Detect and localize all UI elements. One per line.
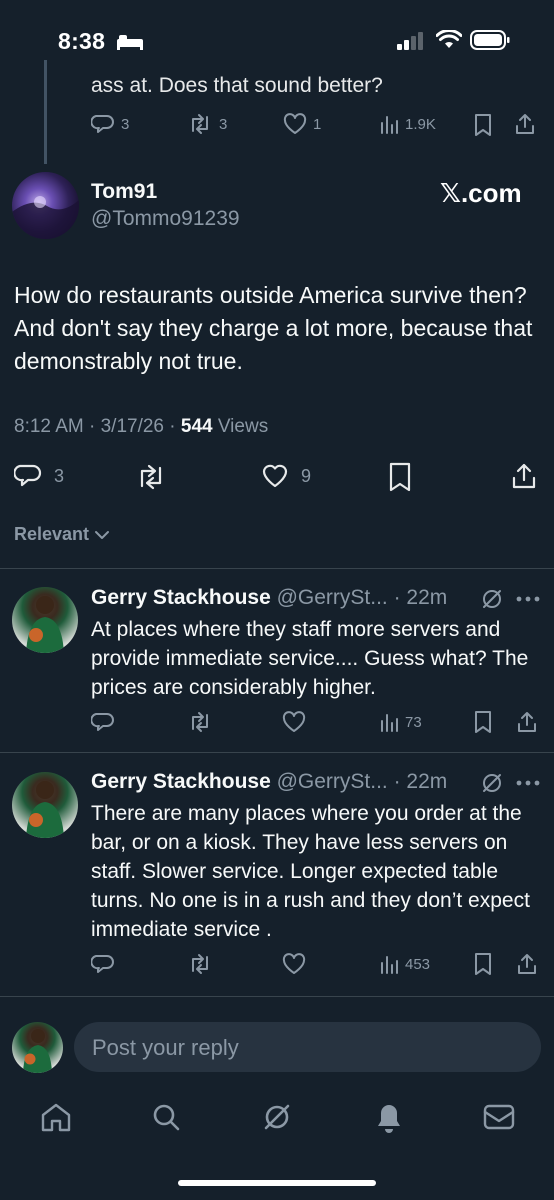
reply-actions: 73 xyxy=(91,710,545,738)
divider xyxy=(0,996,554,997)
author-name[interactable]: Tom91 xyxy=(91,180,157,204)
avatar-image xyxy=(12,196,79,239)
grok-icon[interactable] xyxy=(480,587,504,611)
reply-input[interactable]: Post your reply xyxy=(74,1022,541,1072)
more-options-icon[interactable] xyxy=(516,780,540,786)
like-count: 9 xyxy=(301,465,312,486)
more-options-icon[interactable] xyxy=(516,596,540,602)
views-icon xyxy=(381,956,398,974)
reply-icon[interactable] xyxy=(91,711,115,733)
notifications-icon[interactable] xyxy=(374,1102,404,1134)
like-button[interactable]: 9 xyxy=(261,462,311,490)
reply-button[interactable]: 3 xyxy=(91,113,129,135)
grok-icon[interactable] xyxy=(480,771,504,795)
reply-button[interactable]: 3 xyxy=(14,462,64,490)
share-icon[interactable] xyxy=(515,952,539,976)
avatar-image xyxy=(26,781,64,838)
reply-header: Gerry Stackhouse @GerrySt... · 22m xyxy=(91,770,447,794)
bookmark-icon[interactable] xyxy=(473,113,493,137)
avatar[interactable] xyxy=(12,587,78,653)
views-count: 453 xyxy=(405,955,431,973)
avatar[interactable] xyxy=(12,772,78,838)
bookmark-icon[interactable] xyxy=(473,710,493,734)
reply-handle-time[interactable]: @GerrySt... · 22m xyxy=(271,770,448,793)
sleep-focus-icon xyxy=(117,35,143,50)
like-count: 1 xyxy=(313,115,322,133)
views-icon xyxy=(381,714,398,732)
views-button[interactable]: 1.9K xyxy=(379,113,436,135)
sort-label: Relevant xyxy=(14,524,90,544)
previous-tweet-actions: 3 3 1 1.9K xyxy=(91,112,541,138)
heart-icon[interactable] xyxy=(282,953,306,975)
reply-actions: 453 xyxy=(91,952,545,980)
reply-icon xyxy=(14,464,42,487)
messages-icon[interactable] xyxy=(483,1104,515,1130)
repost-icon[interactable] xyxy=(187,711,213,733)
reply-author-name[interactable]: Gerry Stackhouse xyxy=(91,770,271,793)
repost-button[interactable]: 3 xyxy=(187,113,227,135)
composer-avatar xyxy=(12,1022,63,1073)
home-indicator xyxy=(178,1180,376,1186)
views-label: Views xyxy=(212,416,269,437)
reply-icon[interactable] xyxy=(91,953,115,975)
main-tweet-actions: 3 9 xyxy=(14,460,540,494)
avatar[interactable] xyxy=(12,172,79,239)
author-handle[interactable]: @Tommo91239 xyxy=(91,207,240,231)
like-button[interactable]: 1 xyxy=(283,113,321,135)
grok-icon[interactable] xyxy=(261,1101,293,1133)
avatar-image xyxy=(26,596,64,653)
bookmark-icon[interactable] xyxy=(388,462,412,492)
previous-tweet-text: ass at. Does that sound better? xyxy=(91,74,383,97)
x-com-logo: 𝕏.com xyxy=(440,178,522,208)
views-button[interactable]: 453 xyxy=(379,953,430,975)
divider xyxy=(0,752,554,753)
share-icon[interactable] xyxy=(515,710,539,734)
thread-line xyxy=(44,60,47,164)
repost-icon xyxy=(192,114,208,134)
reply-header: Gerry Stackhouse @GerrySt... · 22m xyxy=(91,586,447,610)
reply-input-placeholder: Post your reply xyxy=(92,1035,239,1060)
reply-handle-time[interactable]: @GerrySt... · 22m xyxy=(271,586,448,609)
reply-text: At places where they staff more servers … xyxy=(91,618,529,699)
home-icon[interactable] xyxy=(40,1102,72,1132)
reply-count: 3 xyxy=(54,465,65,486)
repost-icon[interactable] xyxy=(187,953,213,975)
share-icon[interactable] xyxy=(513,112,537,136)
reply-text: There are many places where you order at… xyxy=(91,802,530,941)
heart-icon[interactable] xyxy=(282,711,306,733)
reply-count: 3 xyxy=(121,115,130,133)
views-count: 544 xyxy=(180,416,213,437)
heart-icon xyxy=(283,113,307,134)
share-icon[interactable] xyxy=(510,462,538,490)
views-count: 73 xyxy=(405,713,422,731)
reply-author-name[interactable]: Gerry Stackhouse xyxy=(91,586,271,609)
bottom-nav xyxy=(0,1092,554,1144)
chevron-down-icon xyxy=(95,530,110,539)
reply-icon xyxy=(91,115,114,133)
tweet-timestamp[interactable]: 8:12 AM · 3/17/26 · xyxy=(14,416,181,437)
views-count: 1.9K xyxy=(405,115,436,133)
divider xyxy=(0,568,554,569)
tweet-meta: 8:12 AM · 3/17/26 · 544 Views xyxy=(14,416,268,438)
tweet-text: How do restaurants outside America survi… xyxy=(14,282,533,374)
repost-count: 3 xyxy=(219,115,228,133)
battery-icon xyxy=(470,30,510,50)
heart-icon xyxy=(262,464,288,488)
cellular-signal-icon xyxy=(397,32,423,50)
search-icon[interactable] xyxy=(151,1102,181,1132)
repost-icon[interactable] xyxy=(135,463,167,491)
status-time: 8:38 xyxy=(58,28,106,54)
bookmark-icon[interactable] xyxy=(473,952,493,976)
views-button[interactable]: 73 xyxy=(379,711,422,733)
avatar-image xyxy=(23,1029,52,1073)
sort-dropdown[interactable]: Relevant xyxy=(14,524,111,545)
wifi-icon xyxy=(436,30,462,48)
views-icon xyxy=(381,116,398,134)
